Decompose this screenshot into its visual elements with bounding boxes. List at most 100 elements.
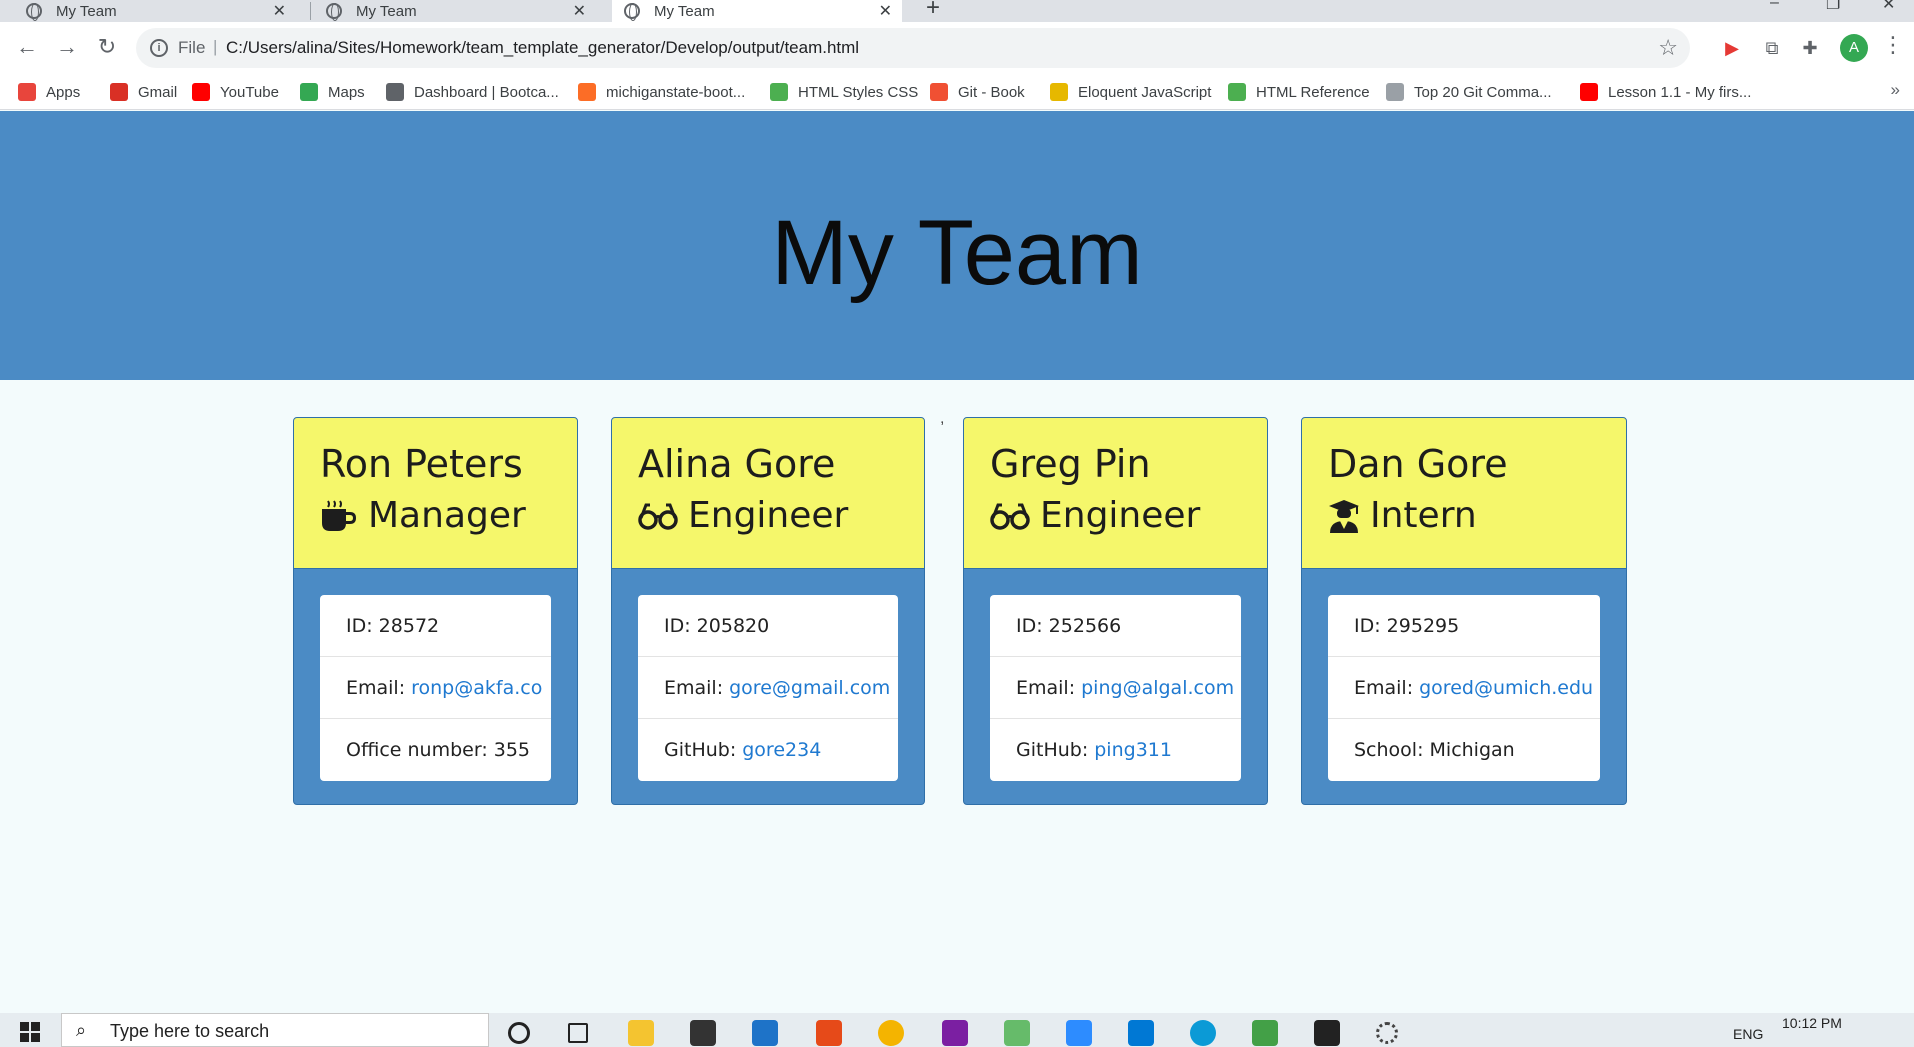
employee-details: ID: 28572 Email: ronp@akfa.co Office num…	[320, 595, 551, 781]
settings-gear-icon[interactable]	[1376, 1022, 1398, 1044]
bookmark-item[interactable]: Top 20 Git Comma...	[1386, 80, 1552, 104]
email-link[interactable]: ronp@akfa.co	[411, 677, 542, 699]
close-tab-icon[interactable]: ✕	[879, 1, 892, 21]
email-label: Email:	[664, 676, 724, 699]
search-icon: ⌕	[76, 1020, 87, 1040]
taskbar-clock[interactable]: 10:12 PM	[1782, 1015, 1842, 1031]
restore-icon[interactable]: ❐	[1826, 0, 1840, 14]
vscode-icon[interactable]	[1128, 1020, 1154, 1046]
task-view-icon[interactable]	[568, 1023, 588, 1043]
zoom-icon[interactable]	[1066, 1020, 1092, 1046]
address-bar[interactable]: i File | C:/Users/alina/Sites/Homework/t…	[136, 28, 1690, 68]
tab-title: My Team	[56, 2, 117, 20]
bookmark-item[interactable]: michiganstate-boot...	[578, 80, 745, 104]
employee-name: Ron Peters	[320, 442, 523, 486]
extensions-puzzle-icon[interactable]: ✚	[1798, 36, 1822, 60]
bookmark-favicon-icon	[770, 83, 788, 101]
bookmark-label: Apps	[46, 83, 81, 101]
email-label: Email:	[346, 676, 406, 699]
clipboard-extension-icon[interactable]: ⧉	[1760, 36, 1784, 60]
bookmark-item[interactable]: Apps	[18, 80, 80, 104]
info-icon[interactable]: i	[150, 39, 168, 57]
employee-role-label: Engineer	[688, 495, 849, 537]
bookmarks-bar: Apps Gmail YouTube Maps Dashboard | Bootca..…	[0, 74, 1914, 110]
bookmark-label: Git - Book	[958, 83, 1025, 101]
cortana-icon[interactable]	[508, 1022, 530, 1044]
close-window-icon[interactable]: ✕	[1882, 0, 1895, 14]
employee-name: Greg Pin	[990, 442, 1151, 486]
bookmark-favicon-icon	[386, 83, 404, 101]
bookmark-item[interactable]: Maps	[300, 80, 365, 104]
search-placeholder: Type here to search	[110, 1021, 270, 1041]
mail-icon[interactable]	[752, 1020, 778, 1046]
browser-tab[interactable]: My Team ✕	[326, 0, 596, 22]
bookmark-item[interactable]: Gmail	[110, 80, 177, 104]
bookmark-label: michiganstate-boot...	[606, 83, 746, 101]
employee-email-row: Email: ping@algal.com	[990, 657, 1241, 719]
bookmarks-overflow-icon[interactable]: »	[1891, 80, 1900, 100]
browser-tab-active[interactable]: My Team ✕	[612, 0, 902, 22]
email-link[interactable]: gored@umich.edu	[1419, 677, 1593, 699]
app-icon[interactable]	[1004, 1020, 1030, 1046]
profile-avatar[interactable]: A	[1840, 34, 1868, 62]
browser-toolbar: ← → ↻ i File | C:/Users/alina/Sites/Home…	[0, 22, 1914, 74]
bookmark-item[interactable]: Lesson 1.1 - My firs...	[1580, 80, 1751, 104]
minimize-icon[interactable]: –	[1770, 0, 1779, 12]
bookmark-item[interactable]: HTML Reference	[1228, 80, 1370, 104]
bookmark-item[interactable]: YouTube	[192, 80, 279, 104]
github-link[interactable]: gore234	[742, 739, 821, 761]
address-scheme: File	[178, 38, 206, 57]
stray-comma: ,	[940, 410, 945, 427]
bookmark-favicon-icon	[110, 83, 128, 101]
file-explorer-icon[interactable]	[628, 1020, 654, 1046]
store-icon[interactable]	[690, 1020, 716, 1046]
github-row: GitHub: gore234	[638, 719, 898, 781]
bookmark-star-icon[interactable]: ☆	[1658, 35, 1678, 61]
new-tab-icon[interactable]: +	[926, 0, 940, 22]
close-tab-icon[interactable]: ✕	[573, 1, 586, 21]
bookmark-label: Top 20 Git Comma...	[1414, 83, 1552, 101]
browser-menu-icon[interactable]: ⋮	[1882, 32, 1904, 58]
cast-extension-icon[interactable]: ▶	[1720, 36, 1744, 60]
employee-id: ID: 252566	[990, 595, 1241, 657]
team-header: My Team	[0, 111, 1914, 380]
github-link[interactable]: ping311	[1094, 739, 1172, 761]
bookmark-label: HTML Reference	[1256, 83, 1370, 101]
forward-icon[interactable]: →	[54, 34, 80, 60]
bookmark-label: Gmail	[138, 83, 178, 101]
email-label: Email:	[1354, 676, 1414, 699]
node-icon[interactable]	[1252, 1020, 1278, 1046]
taskbar-search[interactable]: ⌕ Type here to search	[61, 1013, 489, 1047]
email-link[interactable]: gore@gmail.com	[729, 677, 890, 699]
employee-role: Engineer	[638, 495, 924, 536]
reload-icon[interactable]: ↻	[94, 34, 120, 60]
employee-email-row: Email: ronp@akfa.co	[320, 657, 551, 719]
bookmark-item[interactable]: Dashboard | Bootca...	[386, 80, 559, 104]
employee-card: Dan Gore Intern ID: 295295 Email: gored@…	[1301, 417, 1627, 805]
back-icon[interactable]: ←	[14, 34, 40, 60]
language-indicator[interactable]: ENG	[1733, 1026, 1763, 1042]
bookmark-item[interactable]: HTML Styles CSS	[770, 80, 918, 104]
windows-start-icon[interactable]	[20, 1022, 40, 1042]
bookmark-label: Eloquent JavaScript	[1078, 83, 1212, 101]
browser-tab[interactable]: My Team ✕	[26, 0, 298, 22]
globe-icon	[326, 3, 342, 21]
slack-icon[interactable]	[942, 1020, 968, 1046]
terminal-icon[interactable]	[1314, 1020, 1340, 1046]
edge-icon[interactable]	[1190, 1020, 1216, 1046]
card-header: Dan Gore Intern	[1302, 418, 1626, 569]
employee-details: ID: 295295 Email: gored@umich.edu School…	[1328, 595, 1600, 781]
office-icon[interactable]	[816, 1020, 842, 1046]
bookmark-item[interactable]: Eloquent JavaScript	[1050, 80, 1211, 104]
github-label: GitHub:	[1016, 739, 1089, 761]
email-link[interactable]: ping@algal.com	[1081, 677, 1234, 699]
close-tab-icon[interactable]: ✕	[273, 1, 286, 21]
glasses-icon	[990, 503, 1030, 530]
globe-icon	[26, 3, 42, 21]
bookmark-item[interactable]: Git - Book	[930, 80, 1025, 104]
address-url[interactable]: C:/Users/alina/Sites/Homework/team_templ…	[226, 38, 859, 58]
email-label: Email:	[1016, 676, 1076, 699]
chrome-icon[interactable]	[878, 1020, 904, 1046]
employee-name: Alina Gore	[638, 442, 836, 486]
employee-email-row: Email: gore@gmail.com	[638, 657, 898, 719]
